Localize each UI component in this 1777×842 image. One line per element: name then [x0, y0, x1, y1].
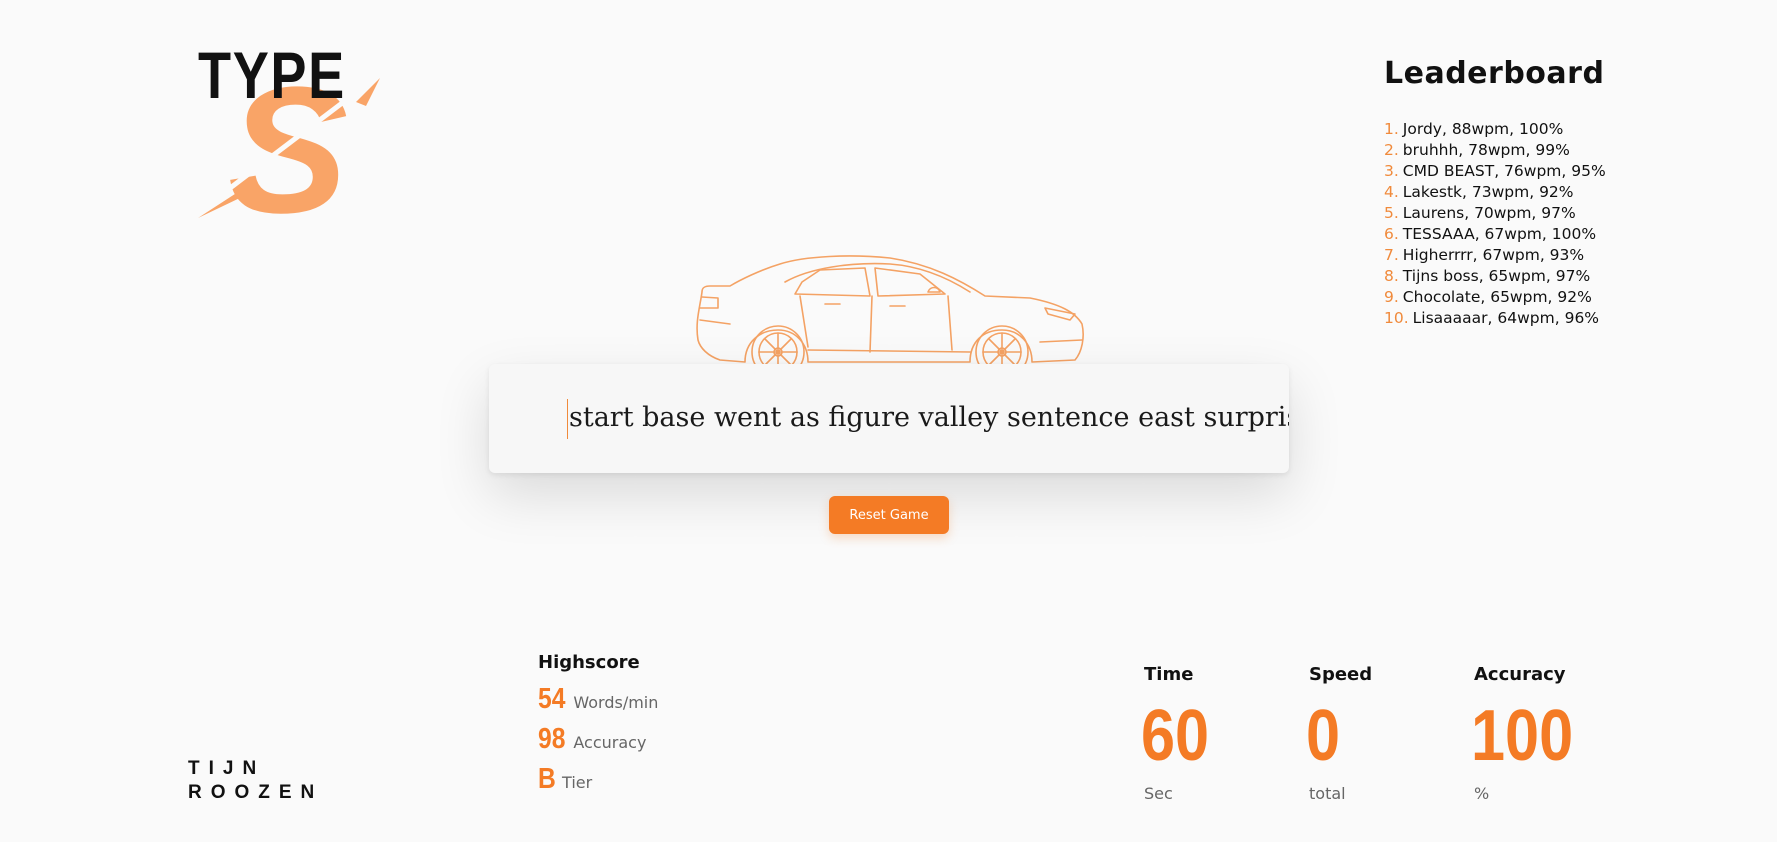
highscore-accuracy: 98 Accuracy — [538, 723, 658, 763]
leaderboard-rank: 7. — [1384, 246, 1399, 264]
author-last-name: ROOZEN — [188, 782, 324, 803]
typing-area[interactable]: start base went as figure valley sentenc… — [489, 364, 1289, 473]
leaderboard-title: Leaderboard — [1384, 56, 1605, 91]
leaderboard-entry-text: bruhhh, 78wpm, 99% — [1402, 141, 1570, 159]
accuracy-unit: % — [1474, 784, 1490, 803]
author-name: TIJN ROOZEN — [188, 757, 323, 805]
typing-prompt-text: start base went as figure valley sentenc… — [569, 402, 1289, 433]
leaderboard-entry: 7. Higherrrr, 67wpm, 93% — [1384, 245, 1684, 266]
leaderboard-rank: 4. — [1384, 183, 1399, 201]
leaderboard-entry: 9. Chocolate, 65wpm, 92% — [1384, 287, 1684, 308]
leaderboard-entry-text: Tijns boss, 65wpm, 97% — [1402, 267, 1591, 285]
leaderboard-entry: 5. Laurens, 70wpm, 97% — [1384, 203, 1684, 224]
leaderboard-entry-text: Laurens, 70wpm, 97% — [1402, 204, 1576, 222]
accuracy-value: 100 — [1471, 696, 1574, 776]
author-first-name: TIJN — [188, 758, 266, 779]
leaderboard-entry-text: TESSAAA, 67wpm, 100% — [1402, 225, 1597, 243]
highscore-accuracy-label: Accuracy — [573, 733, 647, 752]
leaderboard-rank: 1. — [1384, 120, 1399, 138]
leaderboard-rank: 6. — [1384, 225, 1399, 243]
leaderboard-rank: 2. — [1384, 141, 1399, 159]
leaderboard-entry-text: Jordy, 88wpm, 100% — [1402, 120, 1564, 138]
leaderboard-list: 1. Jordy, 88wpm, 100% 2. bruhhh, 78wpm, 99… — [1384, 119, 1684, 329]
time-stat: Time 60 Sec — [1141, 664, 1209, 803]
leaderboard-entry: 3. CMD BEAST, 76wpm, 95% — [1384, 161, 1684, 182]
leaderboard-entry: 4. Lakestk, 73wpm, 92% — [1384, 182, 1684, 203]
leaderboard-rank: 8. — [1384, 267, 1399, 285]
speed-value: 0 — [1306, 696, 1341, 776]
text-caret — [567, 399, 568, 439]
leaderboard-rank: 9. — [1384, 288, 1399, 306]
reset-game-button[interactable]: Reset Game — [829, 496, 949, 534]
speed-label: Speed — [1309, 664, 1373, 685]
game-page: S TYPE TIJN ROOZEN Leaderboard 1. Jordy, … — [0, 0, 1777, 842]
highscore-title: Highscore — [538, 652, 640, 673]
highscore-wpm: 54 Words/min — [538, 683, 658, 723]
accuracy-label: Accuracy — [1474, 664, 1566, 685]
time-value: 60 — [1141, 696, 1210, 776]
leaderboard-entry: 2. bruhhh, 78wpm, 99% — [1384, 140, 1684, 161]
highscore-tier: B Tier — [538, 763, 658, 803]
leaderboard-entry-text: Lisaaaaar, 64wpm, 96% — [1412, 309, 1600, 327]
leaderboard: Leaderboard 1. Jordy, 88wpm, 100% 2. bruhh… — [1384, 56, 1684, 329]
leaderboard-entry-text: Lakestk, 73wpm, 92% — [1402, 183, 1574, 201]
leaderboard-entry: 6. TESSAAA, 67wpm, 100% — [1384, 224, 1684, 245]
highscore-panel: Highscore 54 Words/min 98 Accuracy B Tie… — [538, 652, 658, 803]
time-unit: Sec — [1144, 784, 1173, 803]
speed-stat: Speed 0 total — [1306, 664, 1373, 803]
leaderboard-rank: 5. — [1384, 204, 1399, 222]
time-label: Time — [1144, 664, 1194, 685]
car-icon — [690, 252, 1090, 377]
leaderboard-entry: 8. Tijns boss, 65wpm, 97% — [1384, 266, 1684, 287]
highscore-accuracy-value: 98 — [538, 723, 566, 755]
logo: S TYPE — [188, 42, 388, 222]
accuracy-stat: Accuracy 100 % — [1471, 664, 1573, 803]
leaderboard-entry: 1. Jordy, 88wpm, 100% — [1384, 119, 1684, 140]
highscore-wpm-value: 54 — [538, 683, 566, 715]
logo-text: TYPE — [198, 38, 346, 112]
speed-unit: total — [1309, 784, 1346, 803]
highscore-tier-label: Tier — [562, 773, 593, 792]
highscore-wpm-label: Words/min — [573, 693, 659, 712]
leaderboard-entry-text: Chocolate, 65wpm, 92% — [1402, 288, 1592, 306]
leaderboard-entry: 10. Lisaaaaar, 64wpm, 96% — [1384, 308, 1684, 329]
leaderboard-entry-text: CMD BEAST, 76wpm, 95% — [1402, 162, 1606, 180]
leaderboard-rank: 10. — [1384, 309, 1409, 327]
highscore-tier-value: B — [538, 763, 556, 795]
leaderboard-rank: 3. — [1384, 162, 1399, 180]
leaderboard-entry-text: Higherrrr, 67wpm, 93% — [1402, 246, 1585, 264]
